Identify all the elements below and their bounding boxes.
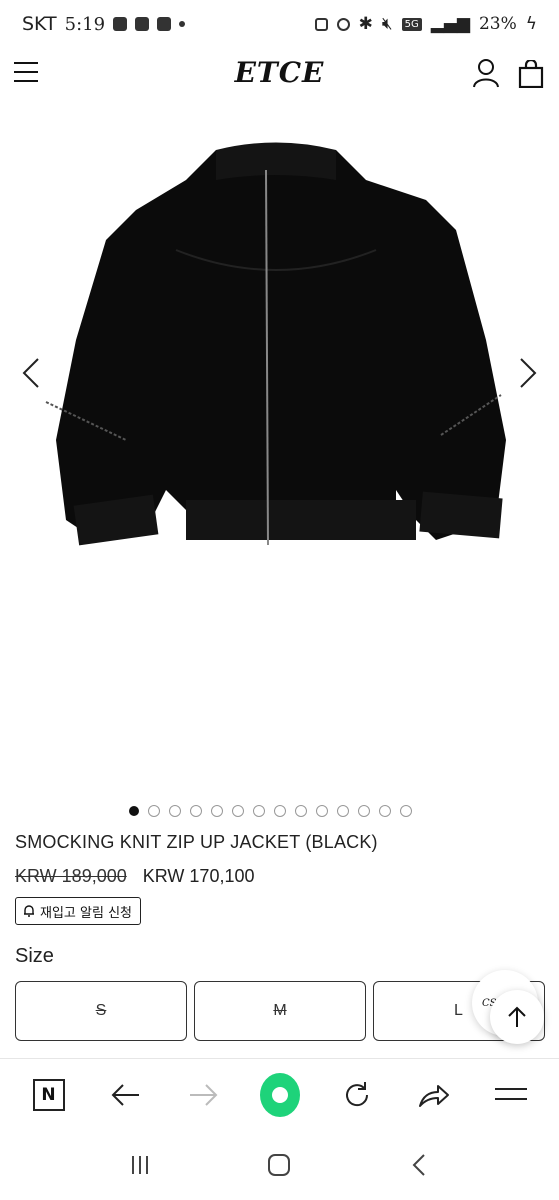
user-icon[interactable] (472, 58, 500, 88)
android-nav-bar (0, 1130, 559, 1200)
carousel-dot[interactable] (211, 805, 223, 817)
restock-alert-label: 재입고 알림 신청 (40, 905, 132, 921)
carousel-dot[interactable] (316, 805, 328, 817)
product-image-carousel[interactable] (0, 100, 559, 790)
refresh-icon (345, 1081, 368, 1106)
product-name: SMOCKING KNIT ZIP UP JACKET (BLACK) (15, 832, 378, 852)
next-image-arrow[interactable] (515, 355, 539, 391)
carrier: SKT (22, 13, 57, 35)
more-notifications-icon (179, 21, 186, 27)
camera-notification-icon (157, 17, 172, 31)
carousel-pagination (0, 805, 559, 817)
arrow-up-icon (508, 1006, 526, 1027)
browser-toolbar: N (0, 1058, 559, 1130)
share-button[interactable] (414, 1075, 454, 1115)
previous-image-arrow[interactable] (20, 355, 44, 391)
price-row: KRW 189,000 KRW 170,100 (15, 866, 255, 887)
size-option-m[interactable]: M (194, 981, 366, 1041)
back-arrow-icon (111, 1083, 139, 1106)
carousel-dot[interactable] (379, 805, 391, 817)
status-right: ✱ 🔇︎ 5G ▂▄▆ 23% ϟ (314, 14, 537, 34)
product-image (45, 142, 506, 546)
bluetooth-icon: ✱ (358, 14, 373, 34)
size-options: S M L (15, 981, 545, 1041)
size-option-label: S (95, 1002, 107, 1019)
naver-home-button[interactable]: N (29, 1075, 69, 1115)
size-option-label: M (273, 1002, 287, 1019)
chat-notification-icon (113, 17, 128, 31)
site-header: ETCE (0, 48, 559, 100)
recent-apps-icon (131, 1156, 148, 1174)
forward-arrow-icon (189, 1083, 217, 1106)
size-label: Size (15, 945, 54, 967)
original-price: KRW 189,000 (15, 866, 127, 886)
sale-price: KRW 170,100 (142, 866, 255, 886)
mute-icon: 🔇︎ (381, 14, 393, 34)
browser-menu-button[interactable] (491, 1075, 531, 1115)
carousel-dot[interactable] (358, 805, 370, 817)
scroll-top-button[interactable] (490, 990, 544, 1044)
carousel-dot[interactable] (232, 805, 244, 817)
lock-icon (314, 17, 328, 31)
refresh-button[interactable] (337, 1075, 377, 1115)
forward-button[interactable] (183, 1075, 223, 1115)
alarm-icon (336, 17, 350, 31)
green-dot-button[interactable] (259, 1072, 300, 1117)
carousel-dot[interactable] (337, 805, 349, 817)
carousel-dot[interactable] (190, 805, 202, 817)
restock-alert-button[interactable]: 재입고 알림 신청 (15, 897, 141, 925)
battery-level: 23% (478, 14, 517, 34)
green-dot-icon (259, 1072, 300, 1117)
carousel-dot[interactable] (169, 805, 181, 817)
carousel-dot[interactable] (274, 805, 286, 817)
back-icon (412, 1154, 425, 1176)
bell-icon (24, 905, 34, 917)
clock: 5:19 (64, 13, 106, 35)
battery-charging-icon: ϟ (525, 14, 537, 34)
carousel-dot[interactable] (400, 805, 412, 817)
system-back-button[interactable] (399, 1145, 439, 1185)
home-button[interactable] (259, 1145, 299, 1185)
size-option-label: L (454, 1002, 463, 1019)
carousel-dot[interactable] (253, 805, 265, 817)
size-option-s[interactable]: S (15, 981, 187, 1041)
app-notification-icon (135, 17, 150, 31)
status-bar: SKT 5:19 ✱ 🔇︎ 5G ▂▄▆ 23% ϟ (0, 0, 559, 48)
recent-apps-button[interactable] (120, 1145, 160, 1185)
carousel-dot[interactable] (148, 805, 160, 817)
carousel-dot[interactable] (129, 806, 139, 816)
hamburger-icon (494, 1087, 527, 1100)
network-type: 5G (401, 17, 422, 31)
shopping-bag-icon[interactable] (518, 60, 544, 88)
status-left: SKT 5:19 (22, 13, 186, 35)
share-icon (418, 1084, 449, 1107)
home-icon (268, 1154, 291, 1176)
signal-icon: ▂▄▆ (430, 14, 470, 34)
carousel-dot[interactable] (295, 805, 307, 817)
back-button[interactable] (106, 1075, 146, 1115)
naver-icon: N (32, 1078, 65, 1111)
